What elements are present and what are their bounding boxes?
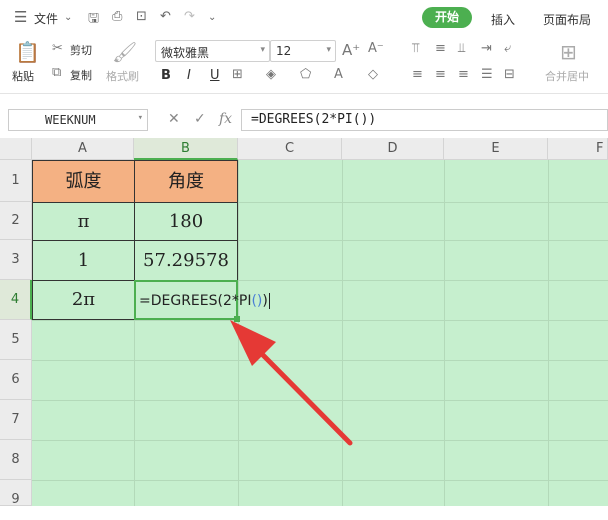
annotation-arrow (230, 320, 353, 446)
